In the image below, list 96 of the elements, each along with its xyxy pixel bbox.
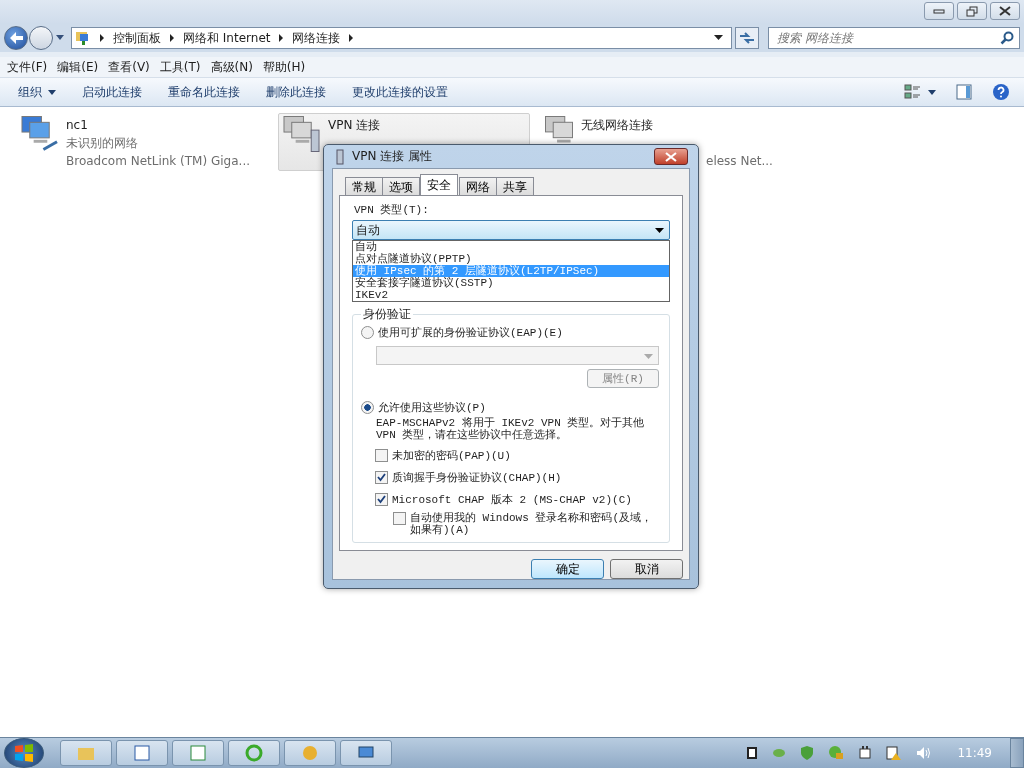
minimize-button[interactable] bbox=[924, 2, 954, 20]
back-arrow-icon bbox=[8, 31, 24, 45]
restore-icon bbox=[966, 5, 978, 17]
group-label: 身份验证 bbox=[362, 306, 412, 323]
forward-button[interactable] bbox=[29, 26, 53, 50]
taskbar-button[interactable] bbox=[284, 740, 336, 766]
dropdown-option[interactable]: 自动 bbox=[353, 241, 669, 253]
start-button[interactable] bbox=[4, 738, 44, 768]
connection-name: nc1 bbox=[66, 117, 89, 134]
vpn-type-label: VPN 类型(T): bbox=[354, 203, 430, 217]
network-warning-icon[interactable] bbox=[886, 745, 903, 761]
caret-icon bbox=[644, 354, 653, 359]
refresh-icon bbox=[739, 31, 755, 45]
vpn-server-icon bbox=[336, 148, 344, 165]
checkmark-icon bbox=[377, 495, 386, 504]
radio-button[interactable] bbox=[361, 326, 374, 339]
minimize-icon bbox=[933, 7, 945, 15]
checkbox-label: 自动使用我的 Windows 登录名称和密码(及域，如果有)(A) bbox=[410, 512, 653, 536]
radio-label: 使用可扩展的身份验证协议(EAP)(E) bbox=[378, 326, 563, 340]
adapter-name: eless Net... bbox=[706, 153, 773, 170]
address-bar[interactable]: 控制面板 网络和 Internet 网络连接 bbox=[71, 27, 732, 49]
radio-button[interactable] bbox=[361, 401, 374, 414]
adapter-name: Broadcom NetLink (TM) Giga... bbox=[66, 153, 251, 170]
vpn-type-dropdown[interactable]: 自动 bbox=[352, 220, 670, 240]
checkbox[interactable] bbox=[375, 449, 388, 462]
close-icon bbox=[665, 151, 677, 162]
network-folder-icon bbox=[75, 30, 91, 46]
caret-icon bbox=[48, 89, 56, 95]
breadcrumb-arrow-icon[interactable] bbox=[99, 34, 105, 42]
breadcrumb-arrow-icon[interactable] bbox=[278, 34, 285, 42]
network-computers-icon bbox=[545, 116, 573, 143]
dialog-title: VPN 连接 属性 bbox=[352, 148, 433, 165]
vpn-computers-icon bbox=[283, 116, 320, 152]
history-caret-icon[interactable] bbox=[56, 35, 64, 41]
toolbar-button[interactable]: 组织 bbox=[8, 80, 66, 104]
taskbar-button[interactable] bbox=[116, 740, 168, 766]
checkbox-label: 未加密的密码(PAP)(U) bbox=[392, 449, 511, 463]
checkbox[interactable] bbox=[375, 493, 388, 506]
tab[interactable]: 网络 bbox=[459, 177, 497, 195]
breadcrumb-item[interactable]: 网络和 Internet bbox=[183, 29, 271, 47]
help-icon[interactable] bbox=[992, 83, 1010, 101]
taskbar-button[interactable] bbox=[340, 740, 392, 766]
network-computers-icon bbox=[21, 116, 58, 152]
close-button[interactable] bbox=[654, 148, 688, 165]
connection-item[interactable]: 无线网络连接 eless Net... bbox=[540, 113, 792, 171]
view-options-icon[interactable] bbox=[904, 84, 922, 100]
breadcrumb-item[interactable]: 网络连接 bbox=[292, 29, 341, 47]
tab[interactable]: 共享 bbox=[496, 177, 534, 195]
menu-item[interactable]: 高级(N) bbox=[207, 58, 256, 76]
toolbar-button[interactable]: 更改此连接的设置 bbox=[342, 80, 458, 104]
menu-item[interactable]: 编辑(E) bbox=[54, 58, 102, 76]
power-plug-icon[interactable] bbox=[858, 745, 873, 761]
checkbox-label: 质询握手身份验证协议(CHAP)(H) bbox=[392, 470, 562, 485]
dropdown-option[interactable]: 点对点隧道协议(PPTP) bbox=[353, 253, 669, 265]
taskbar-button[interactable] bbox=[228, 740, 280, 766]
close-icon bbox=[999, 6, 1011, 16]
dropdown-option[interactable]: IKEv2 bbox=[353, 289, 669, 301]
search-field[interactable]: 搜索 网络连接 bbox=[768, 27, 1020, 49]
breadcrumb-item[interactable]: 控制面板 bbox=[113, 29, 161, 47]
cancel-button[interactable]: 取消 bbox=[610, 559, 683, 579]
film-icon[interactable] bbox=[746, 746, 759, 760]
toolbar-button[interactable]: 启动此连接 bbox=[72, 80, 152, 104]
connection-name: 无线网络连接 bbox=[581, 117, 654, 134]
back-button[interactable] bbox=[4, 26, 28, 50]
checkmark-icon bbox=[377, 473, 386, 482]
tab[interactable]: 安全 bbox=[420, 174, 458, 195]
tab[interactable]: 常规 bbox=[345, 177, 383, 195]
refresh-button[interactable] bbox=[735, 27, 759, 49]
caret-icon[interactable] bbox=[928, 89, 936, 95]
info-text: EAP-MSCHAPv2 将用于 IKEv2 VPN 类型。对于其他 VPN 类型，请在这些协议中任意选择。 bbox=[376, 417, 646, 441]
radio-label: 允许使用这些协议(P) bbox=[378, 401, 486, 415]
connection-name: VPN 连接 bbox=[328, 117, 381, 134]
search-icon bbox=[1000, 31, 1014, 45]
checkbox[interactable] bbox=[375, 471, 388, 484]
close-button[interactable] bbox=[990, 2, 1020, 20]
ok-button[interactable]: 确定 bbox=[531, 559, 604, 579]
connection-item[interactable]: nc1 未识别的网络 Broadcom NetLink (TM) Giga... bbox=[16, 113, 268, 171]
taskbar-button[interactable] bbox=[172, 740, 224, 766]
toolbar-button[interactable]: 重命名此连接 bbox=[158, 80, 250, 104]
dropdown-option[interactable]: 安全套接字隧道协议(SSTP) bbox=[353, 277, 669, 289]
toolbar-button[interactable]: 删除此连接 bbox=[256, 80, 336, 104]
preview-pane-icon[interactable] bbox=[956, 84, 972, 100]
caret-icon bbox=[655, 228, 664, 233]
breadcrumb-arrow-icon[interactable] bbox=[169, 34, 175, 42]
dropdown-caret-icon[interactable] bbox=[714, 35, 723, 41]
menu-item[interactable]: 文件(F) bbox=[4, 58, 51, 76]
connection-status: 未识别的网络 bbox=[66, 135, 139, 152]
windows-logo-icon bbox=[13, 742, 35, 764]
taskbar-button[interactable] bbox=[60, 740, 112, 766]
menu-item[interactable]: 帮助(H) bbox=[259, 58, 309, 76]
checkbox[interactable] bbox=[393, 512, 406, 525]
breadcrumb-arrow-icon[interactable] bbox=[348, 34, 355, 42]
menu-item[interactable]: 工具(T) bbox=[156, 58, 204, 76]
tab[interactable]: 选项 bbox=[382, 177, 420, 195]
menu-item[interactable]: 查看(V) bbox=[105, 58, 153, 76]
checkbox-label: Microsoft CHAP 版本 2 (MS-CHAP v2)(C) bbox=[392, 493, 632, 507]
